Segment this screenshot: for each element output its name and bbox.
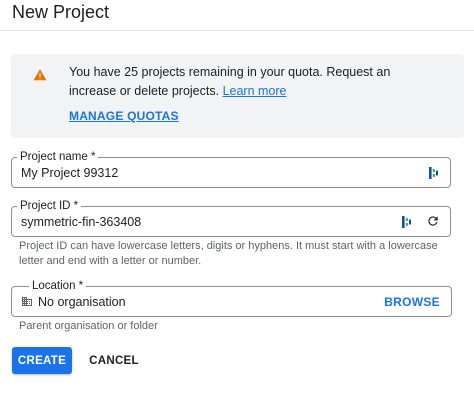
refresh-icon[interactable]	[426, 214, 440, 228]
password-key-icon[interactable]	[429, 166, 439, 180]
title-divider	[0, 30, 474, 31]
project-id-helper: Project ID can have lowercase letters, d…	[19, 240, 438, 267]
project-id-input[interactable]: symmetric-fin-363408	[21, 214, 141, 230]
password-key-icon[interactable]	[402, 215, 412, 229]
quota-notice: You have 25 projects remaining in your q…	[11, 54, 464, 138]
location-label: Location *	[29, 279, 87, 293]
location-value: No organisation	[38, 295, 126, 309]
manage-quotas-link[interactable]: MANAGE QUOTAS	[69, 109, 179, 123]
warning-icon	[33, 69, 47, 81]
learn-more-link[interactable]: Learn more	[223, 84, 287, 98]
new-project-dialog: New Project You have 25 projects remaini…	[0, 0, 474, 396]
project-name-input[interactable]: My Project 99312	[21, 165, 118, 181]
location-field[interactable]: Location * No organisation BROWSE	[11, 279, 452, 317]
quota-notice-text: You have 25 projects remaining in your q…	[69, 63, 439, 101]
cancel-button[interactable]: CANCEL	[84, 347, 144, 374]
project-id-label: Project ID *	[17, 199, 82, 213]
project-id-field[interactable]: Project ID * symmetric-fin-363408	[11, 199, 451, 237]
page-title: New Project	[12, 2, 110, 22]
browse-button[interactable]: BROWSE	[384, 295, 440, 309]
location-helper: Parent organisation or folder	[19, 320, 158, 332]
organization-icon	[22, 297, 32, 306]
create-button[interactable]: CREATE	[12, 347, 72, 374]
project-name-field[interactable]: Project name * My Project 99312	[11, 150, 451, 188]
project-name-label: Project name *	[17, 150, 99, 164]
